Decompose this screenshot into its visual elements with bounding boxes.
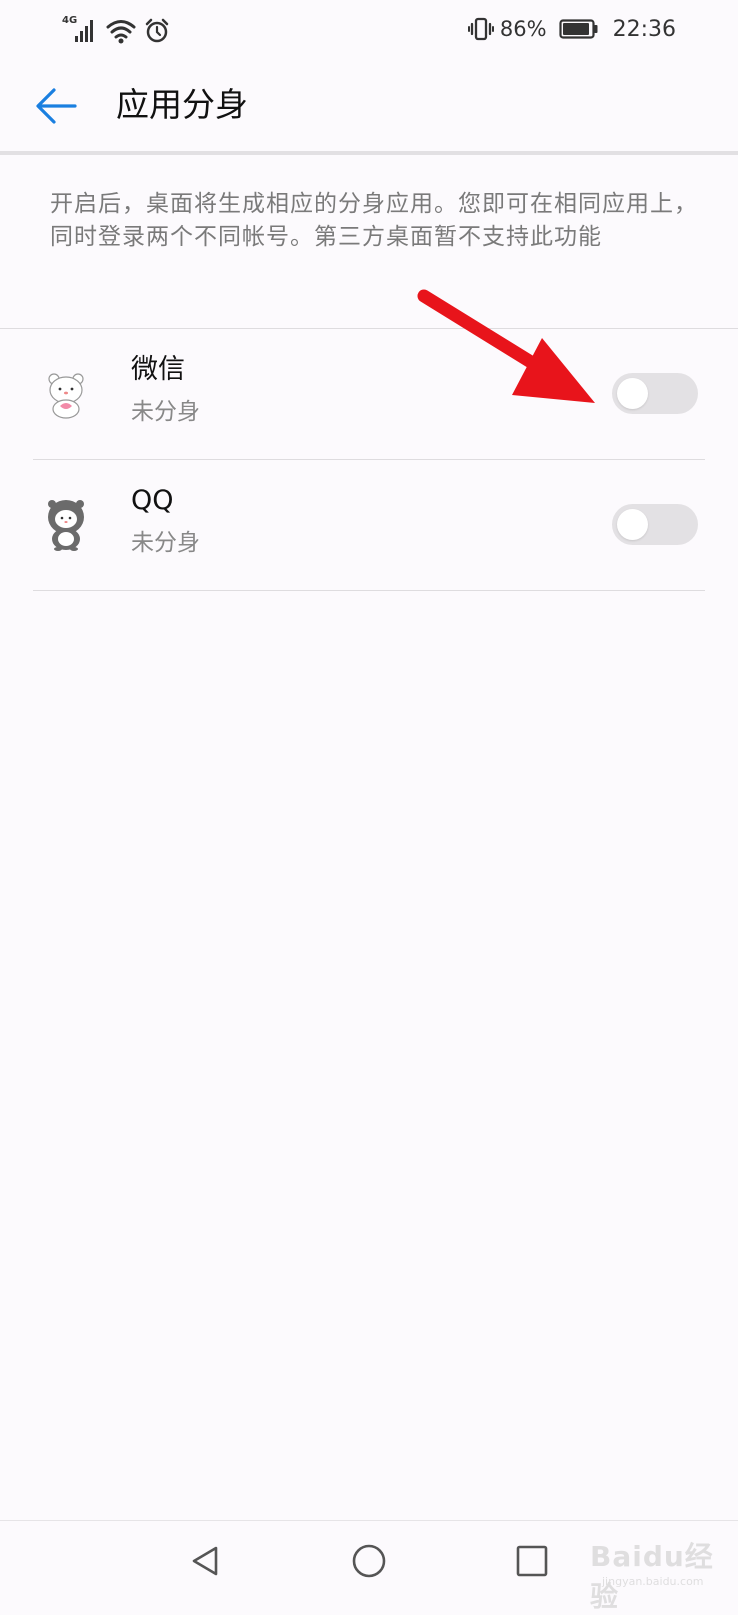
baidu-watermark: Baidu经验 jingyan.baidu.com (590, 1525, 730, 1613)
feature-description: 开启后，桌面将生成相应的分身应用。您即可在相同应用上，同时登录两个不同帐号。第三… (50, 191, 698, 250)
nav-recent-icon (516, 1545, 548, 1577)
twin-toggle-qq[interactable] (612, 504, 698, 545)
status-right: 86% 22:36 (467, 14, 676, 44)
cellular-indicator: 4G (62, 16, 98, 44)
arrow-left-icon (36, 88, 77, 124)
red-arrow-icon (417, 289, 595, 403)
nav-recent-button[interactable] (510, 1539, 554, 1583)
app-status: 未分身 (131, 530, 200, 556)
page-title: 应用分身 (116, 85, 248, 124)
wifi-icon (106, 20, 136, 44)
list-item-wechat[interactable]: 微信 未分身 (0, 329, 738, 460)
list-item-qq[interactable]: QQ 未分身 (0, 460, 738, 591)
status-left: 4G (62, 14, 170, 44)
vibrate-icon (467, 17, 494, 41)
battery-percent: 86% (499, 17, 547, 41)
toggle-knob (617, 378, 648, 409)
status-bar: 4G 86% 22:36 (0, 0, 738, 58)
header-divider (0, 151, 738, 155)
signal-icon (75, 20, 93, 42)
toggle-knob (617, 509, 648, 540)
alarm-icon (145, 18, 169, 43)
app-status: 未分身 (131, 399, 200, 425)
app-twin-list: 微信 未分身 QQ 未分身 (0, 329, 738, 591)
nav-home-button[interactable] (347, 1539, 391, 1583)
back-button[interactable] (30, 80, 82, 132)
battery-icon (558, 19, 598, 39)
app-name: 微信 (131, 354, 185, 385)
app-name: QQ (131, 485, 174, 516)
nav-back-icon (192, 1546, 218, 1576)
wechat-bear-icon (48, 373, 84, 419)
app-header: 应用分身 (0, 58, 738, 150)
row-divider (33, 590, 705, 591)
qq-bear-icon (48, 500, 84, 551)
nav-back-button[interactable] (183, 1539, 227, 1583)
clock-time: 22:36 (612, 16, 676, 42)
nav-home-icon (352, 1544, 386, 1578)
watermark-subtext: jingyan.baidu.com (602, 1575, 704, 1588)
twin-toggle-wechat[interactable] (612, 373, 698, 414)
